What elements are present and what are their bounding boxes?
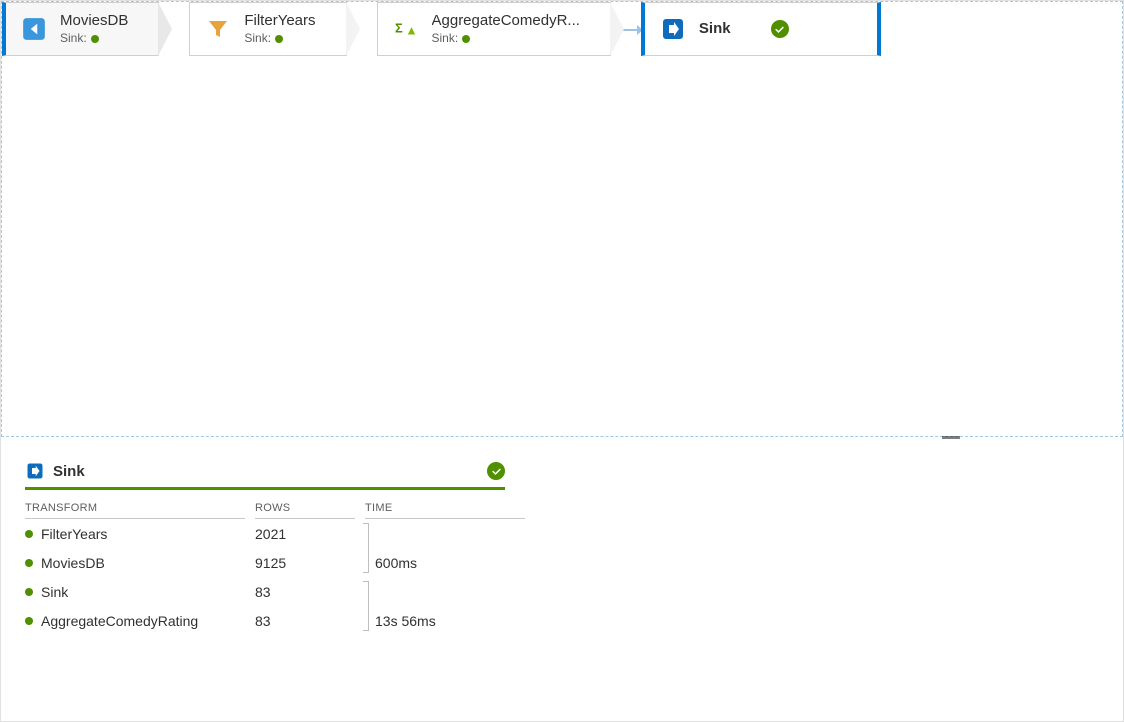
col-header-rows: ROWS (255, 498, 355, 519)
success-check-icon (771, 20, 789, 38)
table-row[interactable]: Sink 83 (25, 577, 1099, 606)
table-row[interactable]: MoviesDB 9125 600ms (25, 548, 1099, 577)
status-dot-icon (462, 35, 470, 43)
row-count: 9125 (255, 551, 355, 575)
dataflow-canvas[interactable]: MoviesDB Sink: FilterYears Sink: Σ (1, 1, 1123, 437)
svg-text:Σ: Σ (395, 21, 403, 36)
col-header-time: TIME (365, 498, 525, 519)
transform-name: FilterYears (41, 526, 107, 542)
row-time (365, 588, 525, 596)
panel-title: Sink (53, 463, 487, 480)
aggregate-icon: Σ (390, 14, 422, 44)
panel-header: Sink (25, 461, 505, 490)
filter-icon (202, 14, 234, 44)
row-time: 600ms (365, 551, 525, 575)
panel-resize-handle[interactable] (942, 436, 960, 439)
flow-node-sink[interactable]: Sink (641, 2, 881, 56)
node-title: AggregateComedyR... (432, 11, 580, 31)
node-sub: Sink: (432, 31, 580, 47)
status-dot-icon (25, 617, 33, 625)
row-count: 83 (255, 580, 355, 604)
node-title: Sink (699, 19, 731, 39)
flow-node-aggregate[interactable]: Σ AggregateComedyR... Sink: (377, 2, 611, 56)
row-time (365, 530, 525, 538)
table-body: FilterYears 2021 MoviesDB 9125 600ms Sin… (25, 519, 1099, 635)
node-sub: Sink: (244, 31, 315, 47)
source-icon (18, 14, 50, 44)
transform-name: AggregateComedyRating (41, 613, 198, 629)
status-dot-icon (25, 588, 33, 596)
row-time: 13s 56ms (365, 609, 525, 633)
status-dot-icon (25, 559, 33, 567)
status-dot-icon (25, 530, 33, 538)
table-row[interactable]: AggregateComedyRating 83 13s 56ms (25, 606, 1099, 635)
sink-icon (657, 14, 689, 44)
results-panel: Sink TRANSFORM ROWS TIME FilterYears 202… (1, 437, 1123, 635)
node-title: FilterYears (244, 11, 315, 31)
sink-icon (25, 461, 45, 481)
transform-name: MoviesDB (41, 555, 105, 571)
flow-row: MoviesDB Sink: FilterYears Sink: Σ (2, 2, 1122, 58)
group-bracket-icon (363, 581, 369, 631)
flow-node-moviesdb[interactable]: MoviesDB Sink: (2, 2, 159, 56)
table-headers: TRANSFORM ROWS TIME (25, 498, 1099, 519)
table-row[interactable]: FilterYears 2021 (25, 519, 1099, 548)
flow-node-filteryears[interactable]: FilterYears Sink: (189, 2, 346, 56)
row-count: 83 (255, 609, 355, 633)
transform-name: Sink (41, 584, 68, 600)
status-dot-icon (91, 35, 99, 43)
group-bracket-icon (363, 523, 369, 573)
node-title: MoviesDB (60, 11, 128, 31)
row-count: 2021 (255, 522, 355, 546)
success-check-icon (487, 462, 505, 480)
status-dot-icon (275, 35, 283, 43)
node-sub: Sink: (60, 31, 128, 47)
col-header-transform: TRANSFORM (25, 498, 245, 519)
